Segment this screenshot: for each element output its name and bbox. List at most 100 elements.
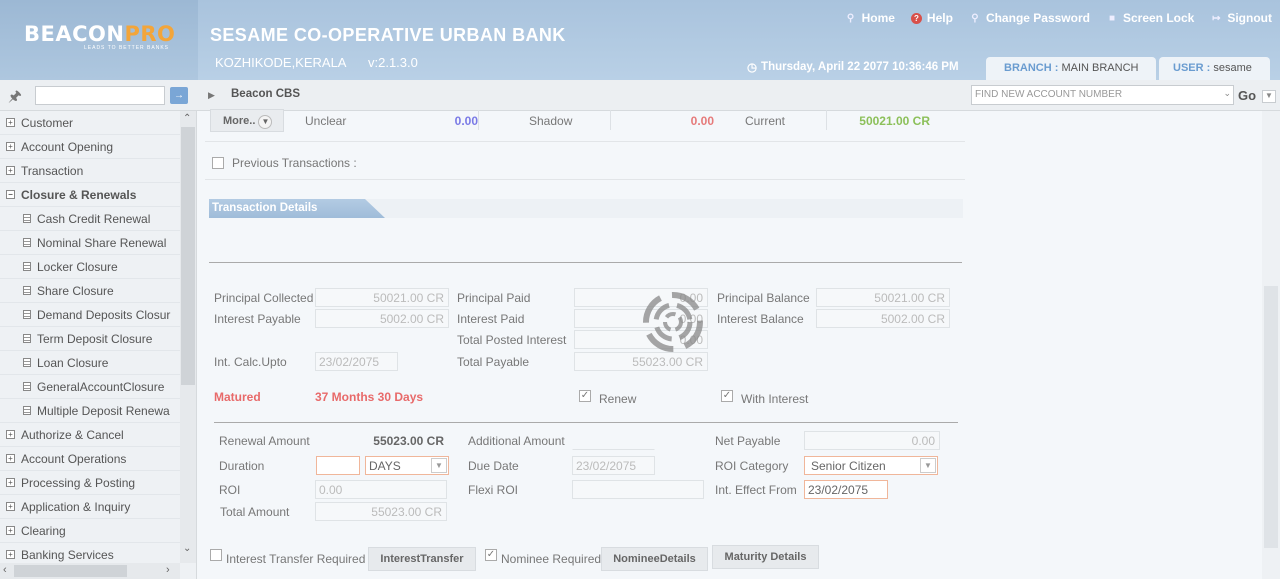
duration-unit-select[interactable]: DAYS ▼ [365,456,449,475]
scrollbar-thumb[interactable] [1264,286,1278,548]
sidebar-item[interactable]: + Processing & Posting [0,471,180,495]
sidebar-subitem[interactable]: Locker Closure [0,255,180,279]
sidebar-subitem[interactable]: Multiple Deposit Renewa [0,399,180,423]
int-calc-upto-label: Int. Calc.Upto [214,355,287,369]
sidebar-subitem[interactable]: Nominal Share Renewal [0,231,180,255]
sidebar-item-label: Term Deposit Closure [37,332,153,346]
sidebar-item-label: Cash Credit Renewal [37,212,151,226]
home-link[interactable]: ⚲ Home [845,11,895,25]
additional-amount-input[interactable] [572,431,655,450]
nominee-required-label: Nominee Required [501,552,602,566]
sidebar-subitem[interactable]: Cash Credit Renewal [0,207,180,231]
interest-balance-field: 5002.00 CR [816,309,950,328]
net-payable-field: 0.00 [804,431,940,450]
current-value: 50021.00 CR [859,114,930,128]
sidebar-item-label: Account Operations [21,452,127,466]
expand-icon[interactable]: + [6,430,15,439]
toolbar-dropdown-icon[interactable]: ▼ [1262,90,1276,103]
previous-transactions-checkbox[interactable] [212,157,224,169]
sidebar-subitem[interactable]: Term Deposit Closure [0,327,180,351]
pin-icon[interactable]: 🖈 [8,86,24,105]
sidebar-item[interactable]: − Closure & Renewals [0,183,180,207]
sidebar-item-label: Customer [21,116,74,130]
renew-label: Renew [599,392,637,406]
interest-payable-label: Interest Payable [214,312,301,326]
expand-icon[interactable]: + [6,478,15,487]
sidebar-subitem[interactable]: GeneralAccountClosure [0,375,180,399]
help-link[interactable]: ? Help [910,11,953,25]
user-tab: USER : sesame [1159,57,1270,80]
total-amount-label: Total Amount [220,505,290,519]
sidebar-item-label: Demand Deposits Closur [37,308,171,322]
expand-icon[interactable]: + [6,454,15,463]
due-date-field: 23/02/2075 [572,456,655,475]
interest-transfer-button[interactable]: InterestTransfer [368,547,476,571]
expand-icon[interactable]: + [6,526,15,535]
expand-icon[interactable]: + [6,550,15,559]
sidebar-horizontal-scrollbar[interactable]: ‹ › [0,563,180,579]
sidebar-item-label: Transaction [21,164,84,178]
flexi-roi-input[interactable] [572,480,704,499]
sidebar-subitem[interactable]: Demand Deposits Closur [0,303,180,327]
go-button[interactable]: Go [1238,88,1256,103]
scroll-right-icon[interactable]: › [166,564,170,576]
signout-link[interactable]: ↦ Signout [1210,11,1272,25]
matured-value: 37 Months 30 Days [315,390,424,404]
menu-search-input[interactable] [35,86,165,105]
sidebar-item[interactable]: + Account Opening [0,135,180,159]
duration-input[interactable] [316,456,360,475]
expand-icon[interactable]: + [6,142,15,151]
document-icon [23,382,31,391]
expand-icon[interactable]: + [6,118,15,127]
change-password-link[interactable]: ⚲ Change Password [969,11,1090,25]
sidebar-vertical-scrollbar[interactable]: ⌃ ⌄ [180,111,196,563]
chevron-down-icon: ▼ [258,115,273,129]
scroll-down-icon[interactable]: ⌄ [183,543,191,554]
sidebar-subitem[interactable]: Share Closure [0,279,180,303]
document-icon [23,286,31,295]
sidebar-item[interactable]: + Banking Services [0,543,180,563]
logo-tagline: LEADS TO BETTER BANKS [84,45,170,51]
int-effect-from-input[interactable]: 23/02/2075 [804,480,888,499]
expand-icon[interactable]: + [6,502,15,511]
sidebar-item[interactable]: + Customer [0,111,180,135]
branch-tab: BRANCH : MAIN BRANCH [986,57,1156,80]
toolbar: 🖈 → ▶ Beacon CBS FIND NEW ACCOUNT NUMBER… [0,80,1280,111]
chevron-down-icon[interactable]: ⌄ [1223,88,1231,99]
divider [209,262,962,263]
scrollbar-thumb[interactable] [14,565,127,577]
menu-search-button[interactable]: → [170,87,188,104]
sidebar-item[interactable]: + Transaction [0,159,180,183]
breadcrumb: Beacon CBS [231,88,301,100]
chevron-down-icon: ▼ [431,458,447,473]
maturity-details-button[interactable]: Maturity Details [712,545,819,569]
screen-lock-link[interactable]: ■ Screen Lock [1106,11,1194,25]
nominee-details-button[interactable]: NomineeDetails [601,547,708,571]
account-number-input[interactable]: FIND NEW ACCOUNT NUMBER ⌄ [971,85,1234,105]
nominee-required-checkbox[interactable]: ✓ [485,549,497,561]
interest-transfer-required-checkbox[interactable] [210,549,222,561]
roi-field[interactable]: 0.00 [315,480,447,499]
sidebar-item[interactable]: + Clearing [0,519,180,543]
principal-balance-label: Principal Balance [717,291,810,305]
signout-icon: ↦ [1212,12,1221,24]
sidebar-item[interactable]: + Account Operations [0,447,180,471]
sidebar-item[interactable]: + Application & Inquiry [0,495,180,519]
scroll-left-icon[interactable]: ‹ [3,564,7,576]
scroll-up-icon[interactable]: ⌃ [183,113,191,124]
with-interest-checkbox[interactable]: ✓ [721,390,733,402]
roi-category-select[interactable]: Senior Citizen ▼ [804,456,938,475]
interest-paid-label: Interest Paid [457,312,525,326]
collapse-icon[interactable]: − [6,190,15,199]
more-button[interactable]: More.. ▼ [210,109,284,132]
sidebar: + Customer + Account Opening + Transaction − Cl… [0,111,197,579]
scrollbar-thumb[interactable] [181,127,195,385]
expand-icon[interactable]: + [6,166,15,175]
renew-checkbox[interactable]: ✓ [579,390,591,402]
main-vertical-scrollbar[interactable] [1262,111,1280,579]
sidebar-item[interactable]: + Authorize & Cancel [0,423,180,447]
logo: BEACONPRO [24,22,176,46]
additional-amount-label: Additional Amount [468,434,565,448]
sidebar-subitem[interactable]: Loan Closure [0,351,180,375]
interest-transfer-required-label: Interest Transfer Required [226,552,366,566]
